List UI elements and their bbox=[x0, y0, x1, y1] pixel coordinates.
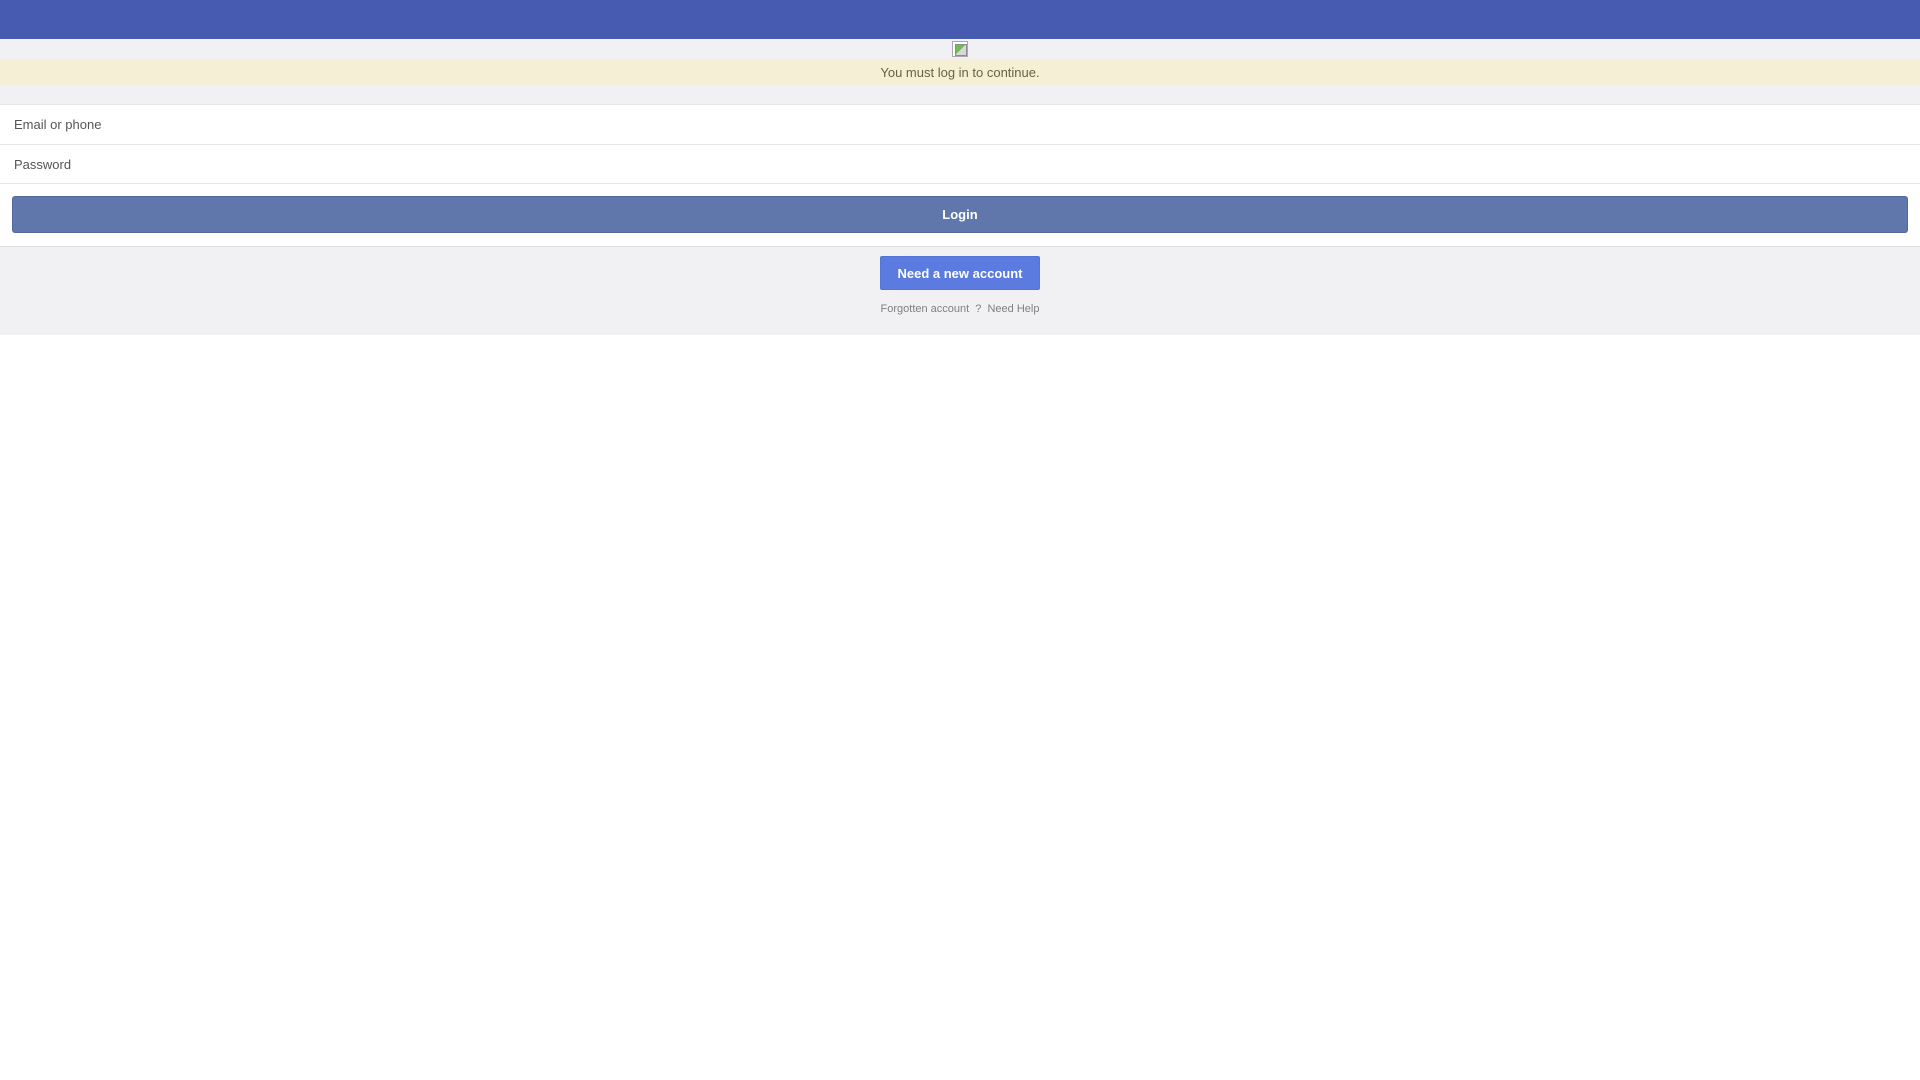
login-form: Login bbox=[0, 104, 1920, 246]
link-separator: ? bbox=[975, 303, 982, 315]
forgotten-account-link[interactable]: Forgotten account bbox=[881, 303, 970, 315]
password-field-row bbox=[0, 144, 1920, 184]
notice-text: You must log in to continue. bbox=[880, 65, 1040, 80]
broken-image-icon bbox=[952, 41, 968, 57]
email-field-row bbox=[0, 104, 1920, 144]
email-field[interactable] bbox=[12, 105, 1920, 144]
login-button[interactable]: Login bbox=[12, 196, 1908, 233]
logo-row bbox=[0, 39, 1920, 59]
need-help-link[interactable]: Need Help bbox=[987, 303, 1039, 315]
top-bar bbox=[0, 0, 1920, 39]
login-button-wrap: Login bbox=[0, 184, 1920, 246]
form-spacer bbox=[0, 86, 1920, 104]
new-account-button[interactable]: Need a new account bbox=[879, 256, 1041, 290]
password-field[interactable] bbox=[12, 145, 1920, 183]
help-links: Forgotten account ? Need Help bbox=[881, 303, 1040, 315]
login-required-notice: You must log in to continue. bbox=[0, 59, 1920, 86]
footer-area: Need a new account Forgotten account ? N… bbox=[0, 246, 1920, 335]
